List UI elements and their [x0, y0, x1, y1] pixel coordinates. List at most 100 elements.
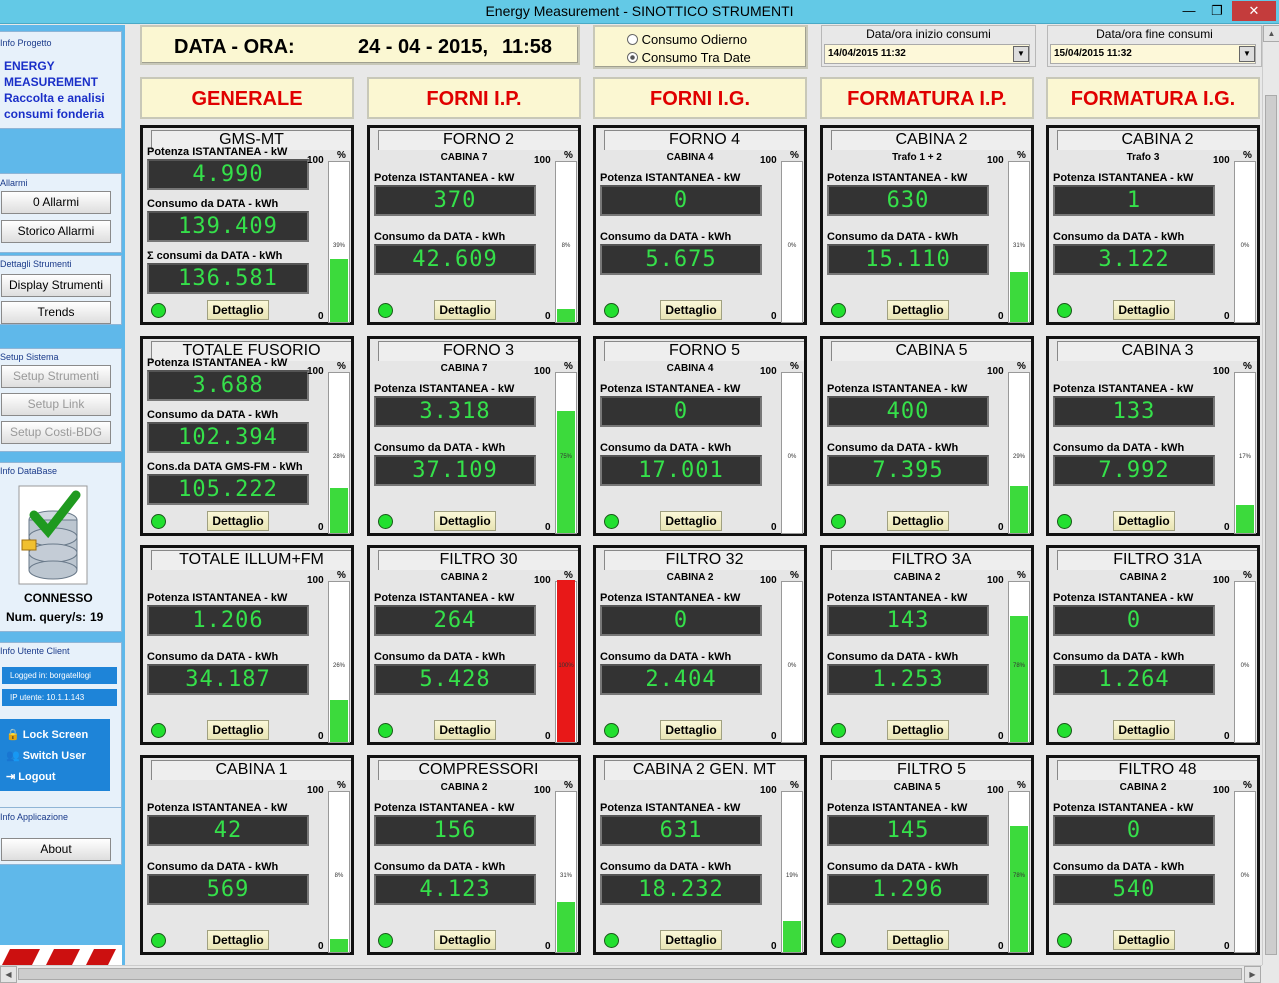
consumo-mode-box: Consumo Odierno Consumo Tra Date	[593, 25, 808, 69]
dettaglio-button[interactable]: Dettaglio	[434, 300, 496, 320]
alarm-count-button[interactable]: 0 Allarmi	[1, 191, 111, 214]
potenza-label: Potenza ISTANTANEA - kW	[147, 802, 288, 814]
potenza-label: Potenza ISTANTANEA - kW	[374, 172, 515, 184]
potenza-display: 264	[374, 605, 536, 636]
data-inizio-selector[interactable]: Data/ora inizio consumi 14/04/2015 11:32…	[821, 25, 1036, 67]
logout-link[interactable]: ⇥ Logout	[6, 770, 56, 783]
consumo-label: Consumo da DATA - kWh	[374, 651, 506, 663]
dettaglio-button[interactable]: Dettaglio	[887, 930, 949, 950]
potenza-display: 3.688	[147, 370, 309, 401]
display-strumenti-button[interactable]: Display Strumenti	[1, 274, 111, 297]
dettaglio-button[interactable]: Dettaglio	[660, 720, 722, 740]
dettaglio-button[interactable]: Dettaglio	[207, 300, 269, 320]
dettaglio-button[interactable]: Dettaglio	[887, 720, 949, 740]
dettaglio-button[interactable]: Dettaglio	[434, 511, 496, 531]
setup-costi-button[interactable]: Setup Costi-BDG	[1, 421, 111, 444]
about-button[interactable]: About	[1, 838, 111, 861]
potenza-label: Potenza ISTANTANEA - kW	[147, 146, 288, 158]
dettaglio-button[interactable]: Dettaglio	[207, 930, 269, 950]
status-led-icon	[1057, 723, 1072, 738]
dettaglio-button[interactable]: Dettaglio	[660, 930, 722, 950]
panel-title: FILTRO 5	[831, 760, 1031, 780]
scroll-thumb[interactable]	[1265, 95, 1277, 955]
instrument-panel: FORNO 4 CABINA 4 Potenza ISTANTANEA - kW 0 C…	[593, 125, 807, 325]
switch-user-link[interactable]: 👥 Switch User	[6, 749, 86, 762]
status-led-icon	[604, 723, 619, 738]
bar-percent-symbol: %	[1017, 780, 1026, 791]
data-fine-selector[interactable]: Data/ora fine consumi 15/04/2015 11:32 ▼	[1047, 25, 1262, 67]
scroll-left-icon[interactable]: ◀	[0, 966, 17, 983]
status-led-icon	[604, 303, 619, 318]
dettaglio-button[interactable]: Dettaglio	[887, 511, 949, 531]
radio-consumo-odierno[interactable]: Consumo Odierno	[627, 32, 747, 47]
bar-max-label: 100	[987, 366, 1004, 377]
bar-percent-symbol: %	[790, 570, 799, 581]
dettaglio-button[interactable]: Dettaglio	[434, 720, 496, 740]
scroll-up-icon[interactable]: ▲	[1263, 25, 1279, 42]
section-title: Info Applicazione	[0, 812, 69, 822]
info-progetto-section: Info Progetto ENERGY MEASUREMENT Raccolt…	[0, 31, 122, 129]
percent-text: 28%	[332, 454, 345, 460]
category-formatura-ip: FORMATURA I.P.	[820, 77, 1034, 119]
close-button[interactable]: ✕	[1232, 1, 1276, 21]
dettaglio-button[interactable]: Dettaglio	[434, 930, 496, 950]
minimize-button[interactable]: —	[1176, 1, 1202, 21]
chevron-down-icon[interactable]: ▼	[1013, 46, 1029, 62]
dettaglio-button[interactable]: Dettaglio	[1113, 511, 1175, 531]
user-actions: 🔒 Lock Screen 👥 Switch User ⇥ Logout	[0, 719, 110, 791]
panel-subtitle: CABINA 2	[1119, 572, 1167, 583]
radio-circle-icon	[627, 34, 638, 45]
bar-max-label: 100	[987, 785, 1004, 796]
lock-screen-link[interactable]: 🔒 Lock Screen	[6, 728, 88, 741]
percent-bar: 0%	[781, 581, 803, 743]
sidebar: Info Progetto ENERGY MEASUREMENT Raccolt…	[0, 25, 125, 983]
dettaglio-button[interactable]: Dettaglio	[1113, 930, 1175, 950]
setup-strumenti-button[interactable]: Setup Strumenti	[1, 365, 111, 388]
percent-bar: 19%	[781, 791, 803, 953]
vertical-scrollbar[interactable]: ▲	[1262, 25, 1279, 965]
dettaglio-button[interactable]: Dettaglio	[660, 511, 722, 531]
status-led-icon	[1057, 303, 1072, 318]
scroll-right-icon[interactable]: ▶	[1244, 966, 1261, 983]
chevron-down-icon[interactable]: ▼	[1239, 46, 1255, 62]
percent-bar: 8%	[328, 791, 350, 953]
percent-text: 29%	[1012, 454, 1025, 460]
users-icon: 👥	[6, 750, 20, 762]
dettaglio-button[interactable]: Dettaglio	[1113, 300, 1175, 320]
setup-link-button[interactable]: Setup Link	[1, 393, 111, 416]
storico-allarmi-button[interactable]: Storico Allarmi	[1, 220, 111, 243]
consumo-label: Consumo da DATA - kWh	[600, 231, 732, 243]
potenza-display: 0	[600, 396, 762, 427]
category-formatura-ig: FORMATURA I.G.	[1046, 77, 1260, 119]
panel-title: FORNO 4	[604, 130, 804, 150]
percent-bar-fill	[557, 411, 575, 533]
dettaglio-button[interactable]: Dettaglio	[1113, 720, 1175, 740]
consumo-display: 5.675	[600, 244, 762, 275]
dettaglio-button[interactable]: Dettaglio	[207, 511, 269, 531]
bar-min-label: 0	[318, 941, 324, 952]
logout-icon: ⇥	[6, 771, 16, 783]
data-fine-value[interactable]: 15/04/2015 11:32	[1050, 44, 1256, 64]
potenza-label: Potenza ISTANTANEA - kW	[147, 357, 288, 369]
horizontal-scrollbar[interactable]: ◀ ▶	[0, 965, 1262, 983]
panel-subtitle: CABINA 2	[1119, 782, 1167, 793]
bar-min-label: 0	[1224, 941, 1230, 952]
potenza-display: 630	[827, 185, 989, 216]
bar-max-label: 100	[1213, 155, 1230, 166]
dettaglio-button[interactable]: Dettaglio	[660, 300, 722, 320]
consumo-display: 1.296	[827, 874, 989, 905]
instrument-panel: CABINA 5 Potenza ISTANTANEA - kW 400 Consum…	[820, 336, 1034, 536]
dettaglio-button[interactable]: Dettaglio	[887, 300, 949, 320]
db-query-value: 19	[90, 610, 104, 624]
panel-title: FORNO 2	[378, 130, 578, 150]
scroll-thumb[interactable]	[18, 968, 1242, 980]
radio-consumo-tra-date[interactable]: Consumo Tra Date	[627, 50, 751, 65]
status-led-icon	[831, 723, 846, 738]
status-led-icon	[151, 723, 166, 738]
db-query-label: Num. query/s:	[6, 610, 87, 624]
data-inizio-value[interactable]: 14/04/2015 11:32	[824, 44, 1030, 64]
restore-button[interactable]: ❐	[1204, 1, 1230, 21]
trends-button[interactable]: Trends	[1, 301, 111, 324]
dettaglio-button[interactable]: Dettaglio	[207, 720, 269, 740]
instrument-panel: CABINA 1 Potenza ISTANTANEA - kW 42 Consumo…	[140, 755, 354, 955]
